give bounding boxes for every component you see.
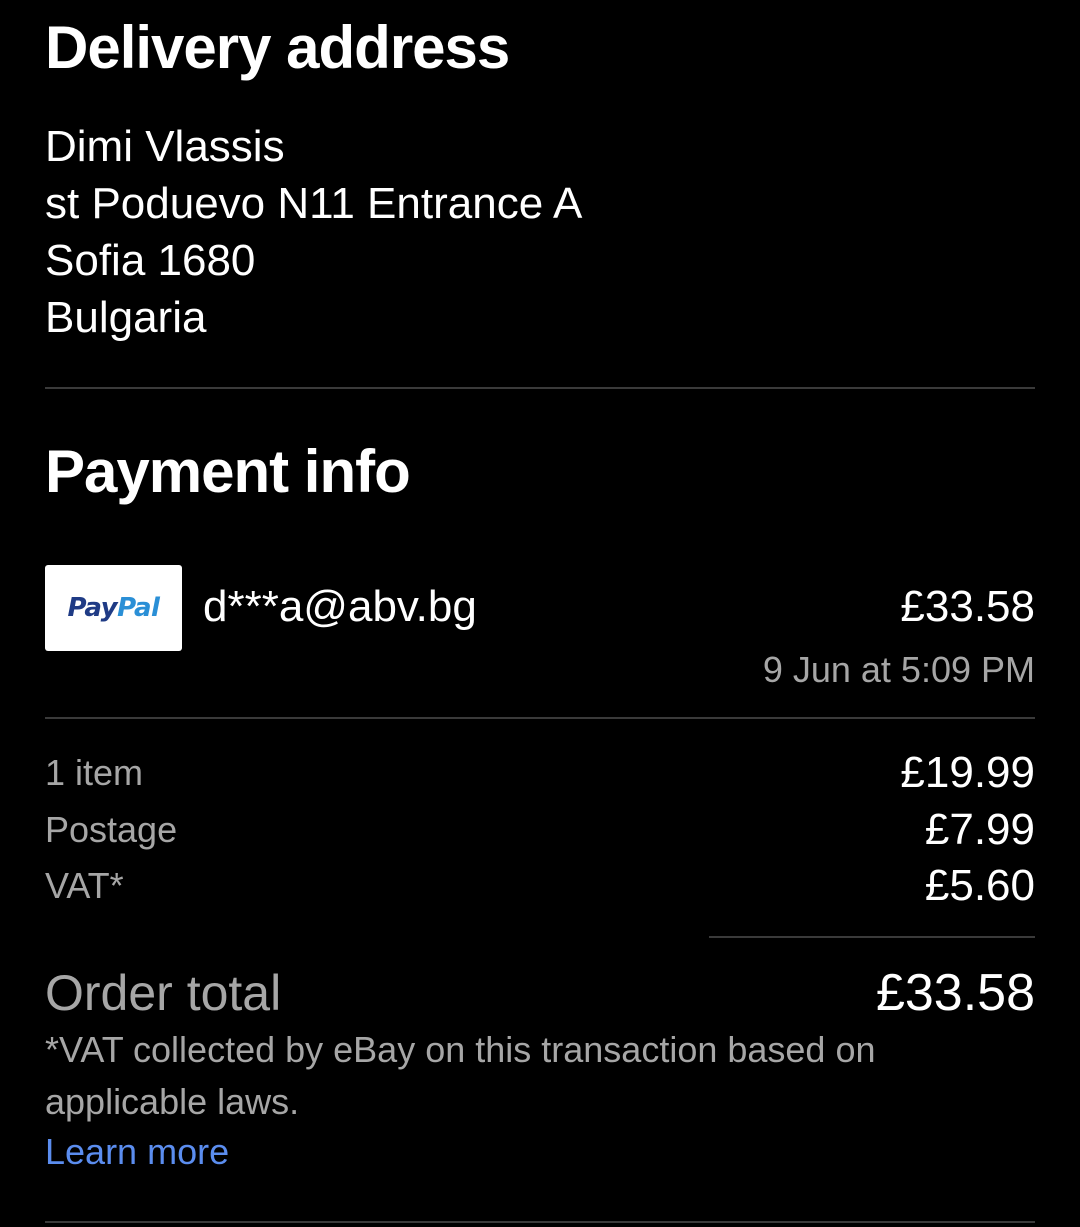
delivery-address-block: Dimi Vlassis st Poduevo N11 Entrance A S…: [45, 118, 582, 346]
order-total-label: Order total: [45, 965, 282, 1021]
delivery-address-heading: Delivery address: [45, 14, 510, 81]
summary-label: VAT*: [45, 865, 124, 906]
paypal-logo-text-pal: Pal: [117, 593, 160, 623]
payment-date: 9 Jun at 5:09 PM: [762, 649, 1035, 690]
summary-label: 1 item: [45, 752, 144, 793]
summary-value: £5.60: [924, 861, 1035, 910]
paypal-logo: Pay Pal: [45, 565, 182, 651]
country: Bulgaria: [45, 293, 207, 342]
payment-info-heading: Payment info: [45, 438, 411, 505]
recipient-name: Dimi Vlassis: [45, 122, 285, 171]
section-divider: [45, 387, 1035, 389]
order-details-page: Delivery address Dimi Vlassis st Poduevo…: [45, 0, 1035, 1227]
summary-value: £7.99: [924, 805, 1035, 854]
paypal-logo-text-pay: Pay: [67, 593, 118, 623]
subtotal-divider: [709, 936, 1035, 938]
city-postcode: Sofia 1680: [45, 236, 256, 285]
payment-amount: £33.58: [900, 582, 1035, 631]
street-address: st Poduevo N11 Entrance A: [45, 179, 583, 228]
vat-disclaimer: *VAT collected by eBay on this transacti…: [45, 1029, 876, 1122]
learn-more-link[interactable]: Learn more: [45, 1126, 229, 1178]
summary-value: £19.99: [900, 748, 1035, 797]
payer-email: d***a@abv.bg: [203, 582, 477, 631]
section-divider: [45, 1221, 1035, 1223]
summary-label: Postage: [45, 809, 178, 850]
summary-row-postage: Postage £7.99: [45, 801, 1035, 858]
summary-row-items: 1 item £19.99: [45, 744, 1035, 801]
section-divider: [45, 717, 1035, 719]
summary-row-vat: VAT* £5.60: [45, 857, 1035, 914]
order-total-value: £33.58: [875, 964, 1035, 1022]
